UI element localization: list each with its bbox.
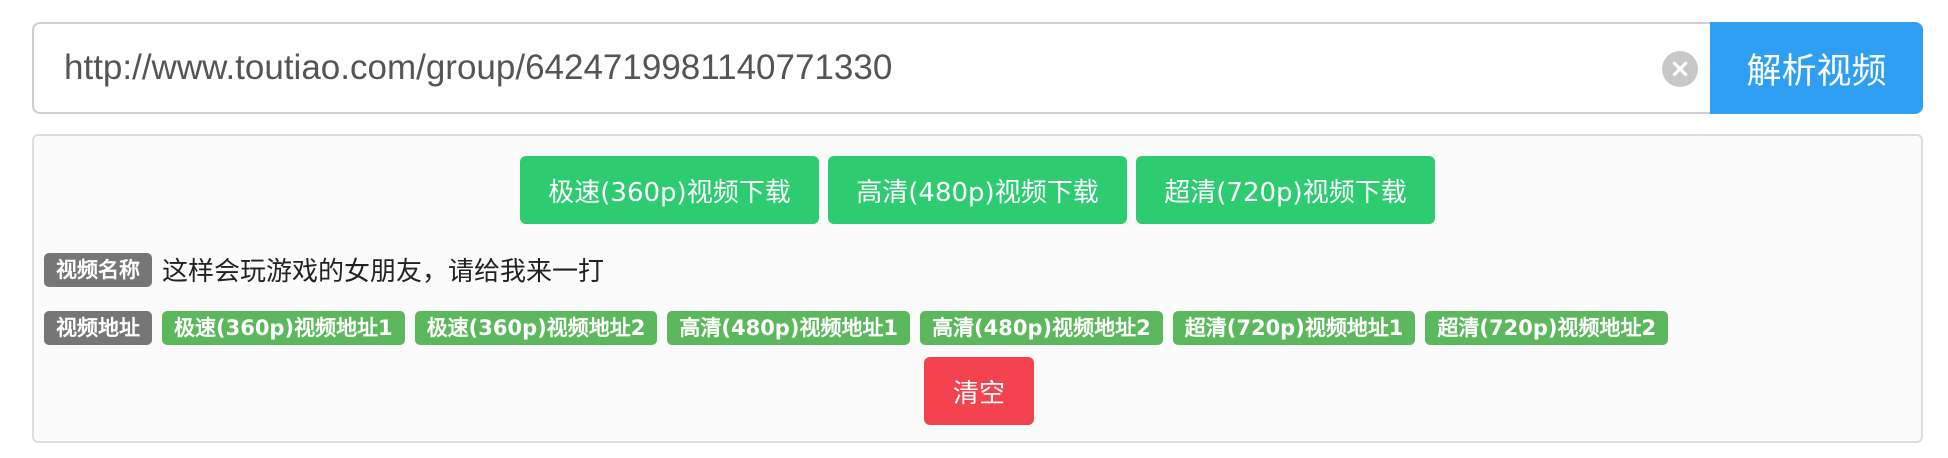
download-360p-button[interactable]: 极速(360p)视频下载 <box>520 156 819 224</box>
video-name-label: 视频名称 <box>44 252 152 287</box>
video-name-row: 视频名称 这样会玩游戏的女朋友，请给我来一打 <box>44 251 604 288</box>
address-link-480p-1[interactable]: 高清(480p)视频地址1 <box>667 311 911 345</box>
result-panel: 极速(360p)视频下载 高清(480p)视频下载 超清(720p)视频下载 视… <box>32 134 1923 443</box>
address-link-360p-1[interactable]: 极速(360p)视频地址1 <box>162 311 405 345</box>
download-buttons: 极速(360p)视频下载 高清(480p)视频下载 超清(720p)视频下载 <box>34 156 1921 224</box>
url-input[interactable] <box>64 24 1624 112</box>
clear-button[interactable]: 清空 <box>924 357 1034 425</box>
clear-circle-icon[interactable]: × <box>1662 51 1698 87</box>
video-name-value: 这样会玩游戏的女朋友，请给我来一打 <box>162 257 605 287</box>
download-720p-button[interactable]: 超清(720p)视频下载 <box>1136 156 1435 224</box>
address-link-720p-2[interactable]: 超清(720p)视频地址2 <box>1425 311 1669 345</box>
video-address-row: 视频地址 极速(360p)视频地址1 极速(360p)视频地址2 高清(480p… <box>44 311 1669 345</box>
download-480p-button[interactable]: 高清(480p)视频下载 <box>828 156 1127 224</box>
video-address-label: 视频地址 <box>44 311 152 345</box>
address-link-360p-2[interactable]: 极速(360p)视频地址2 <box>414 311 658 345</box>
video-parser: × 解析视频 极速(360p)视频下载 高清(480p)视频下载 超清(720p… <box>0 0 1948 458</box>
parse-video-button[interactable]: 解析视频 <box>1710 22 1923 114</box>
address-link-480p-2[interactable]: 高清(480p)视频地址2 <box>920 311 1163 345</box>
address-link-720p-1[interactable]: 超清(720p)视频地址1 <box>1172 311 1416 345</box>
url-input-group: × 解析视频 <box>32 22 1923 114</box>
url-field-container: × <box>32 22 1710 114</box>
